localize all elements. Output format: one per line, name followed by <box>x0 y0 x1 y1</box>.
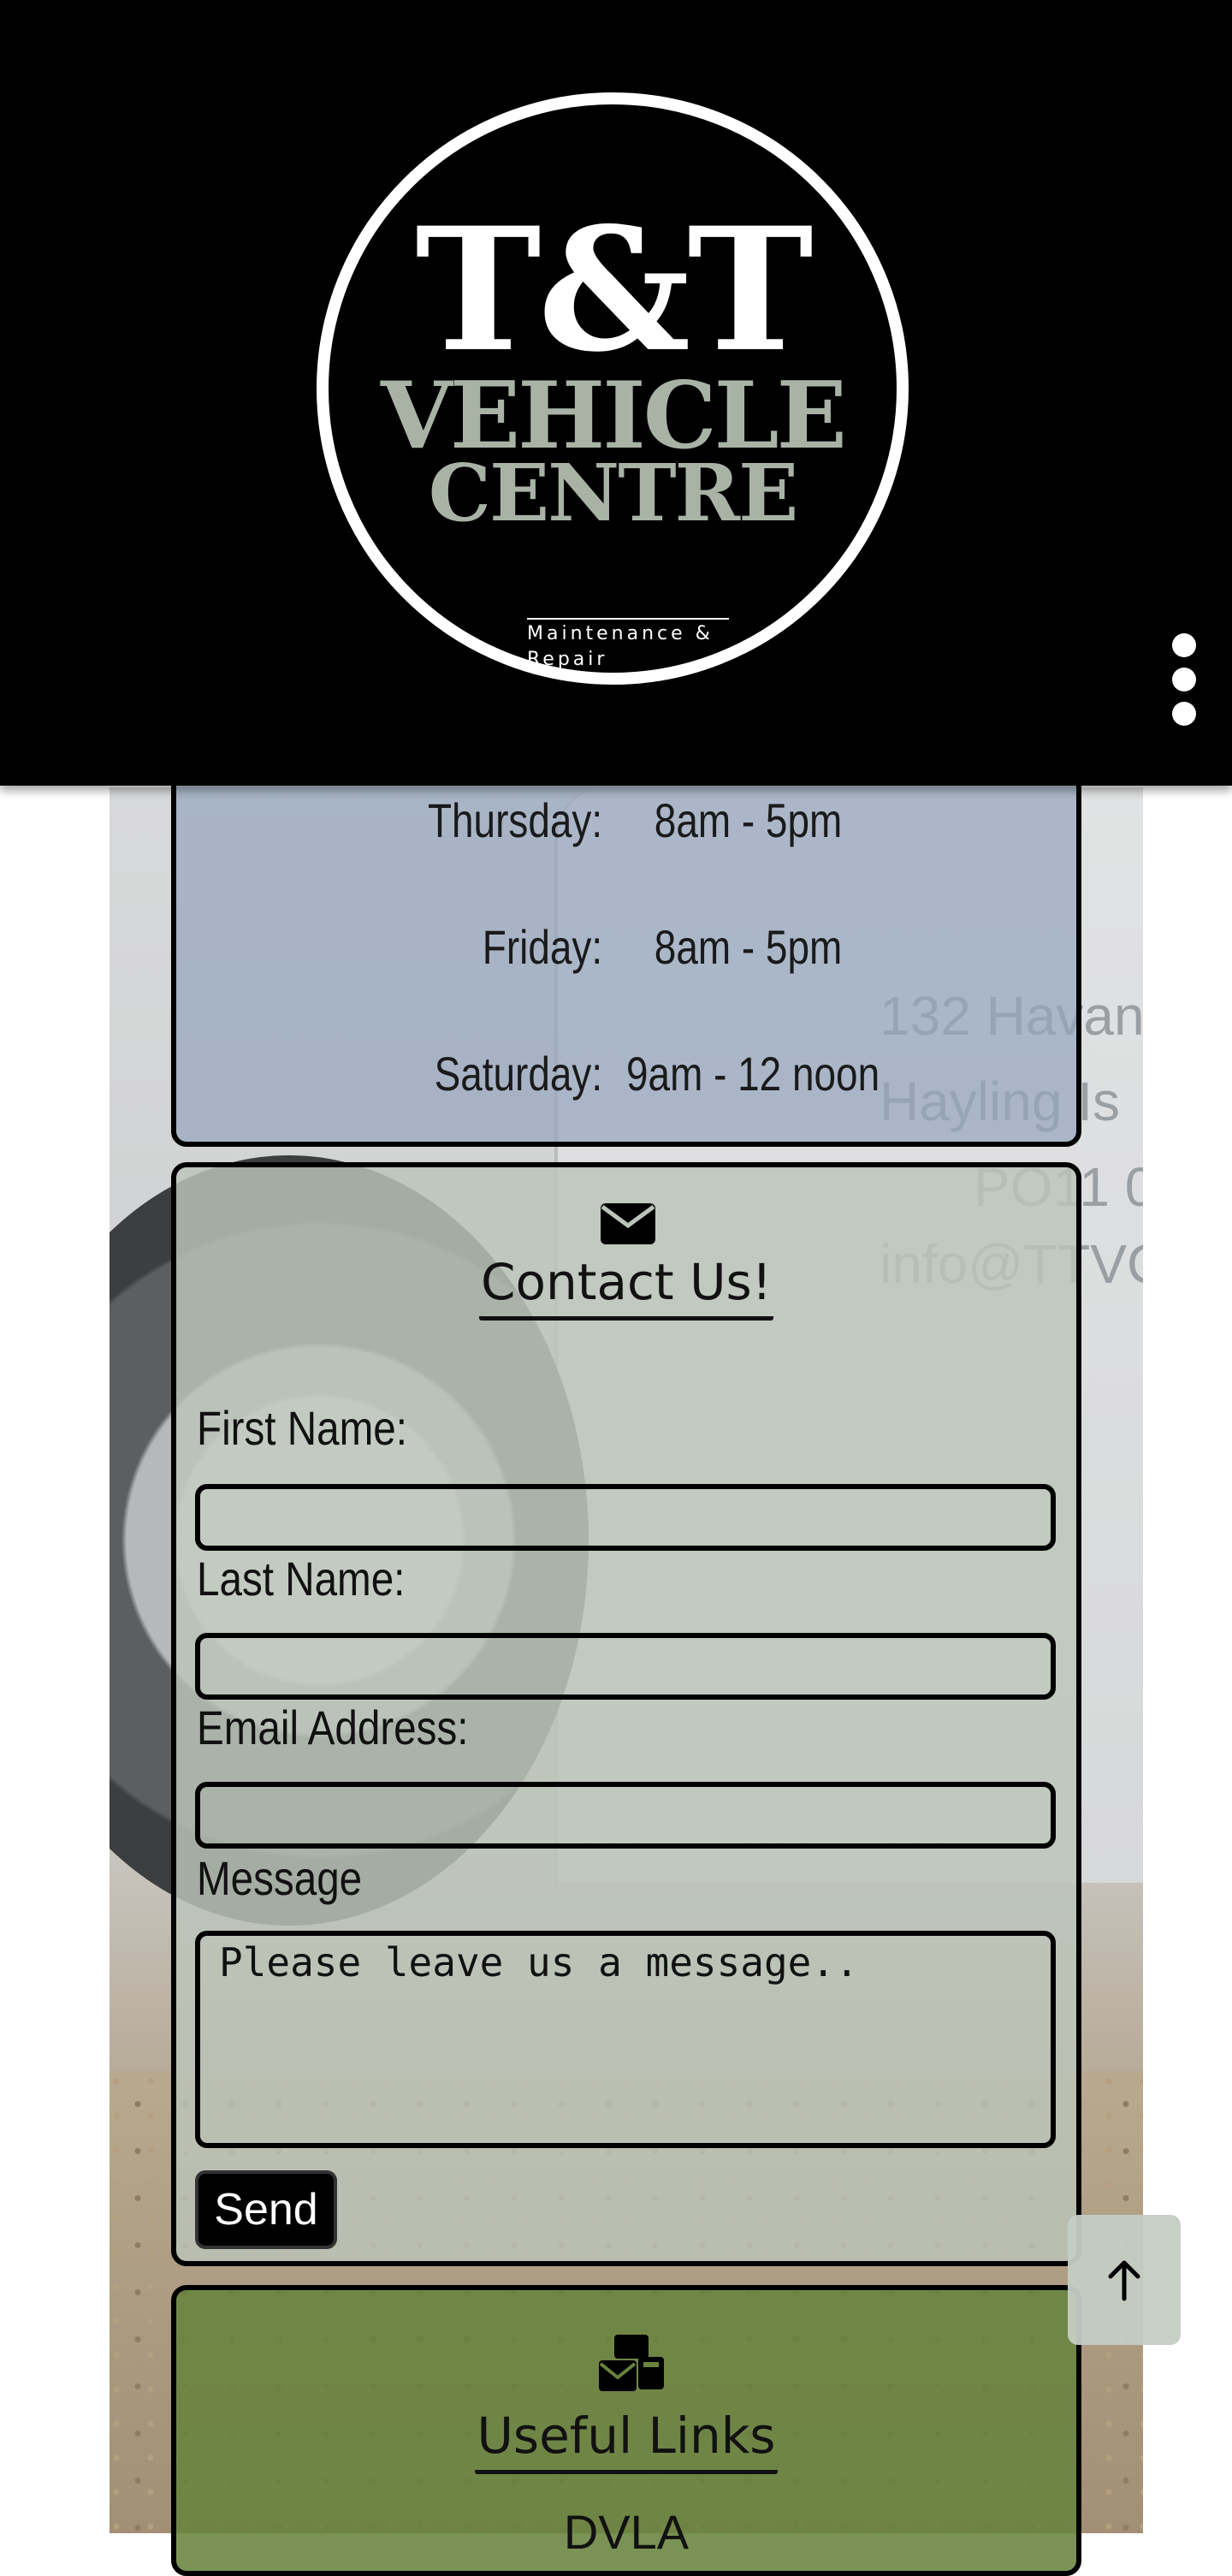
contact-card: Contact Us! First Name: Last Name: Email… <box>171 1162 1081 2266</box>
logo-tagline: Maintenance & Repair <box>527 623 714 670</box>
email-field[interactable] <box>195 1782 1056 1849</box>
site-logo[interactable]: T&T VEHICLE CENTRE Maintenance & Repair <box>317 92 909 685</box>
hours-day: Thursday: <box>427 793 603 847</box>
back-to-top-button[interactable] <box>1068 2215 1181 2345</box>
useful-link-item[interactable]: DVLA <box>176 2504 1076 2560</box>
useful-links-title-text: Useful Links <box>475 2407 778 2474</box>
hours-day: Saturday: <box>434 1047 603 1101</box>
contact-title-text: Contact Us! <box>478 1253 773 1321</box>
hours-time: 8am - 5pm <box>654 793 843 847</box>
logo-line-centre: CENTRE <box>428 447 798 539</box>
first-name-field[interactable] <box>195 1484 1056 1551</box>
useful-links-title: Useful Links <box>176 2407 1076 2474</box>
send-button[interactable]: Send <box>195 2170 337 2249</box>
last-name-field[interactable] <box>195 1633 1056 1700</box>
message-label: Message <box>197 1851 363 1905</box>
useful-links-card: Useful Links DVLA <box>171 2285 1081 2576</box>
hours-time: 8am - 5pm <box>654 920 843 974</box>
hours-day: Friday: <box>482 920 603 974</box>
logo-divider <box>527 618 729 620</box>
first-name-label: First Name: <box>197 1401 407 1455</box>
more-vertical-icon[interactable] <box>1164 630 1205 731</box>
logo-line-tt: T&T <box>415 190 813 389</box>
contact-title: Contact Us! <box>176 1253 1076 1321</box>
last-name-label: Last Name: <box>197 1552 406 1606</box>
site-header: T&T VEHICLE CENTRE Maintenance & Repair <box>0 0 1232 786</box>
arrow-up-icon <box>1108 2260 1140 2301</box>
email-label: Email Address: <box>197 1701 469 1754</box>
envelope-icon <box>601 1203 655 1244</box>
message-field[interactable] <box>195 1931 1056 2148</box>
opening-hours-card: Thursday: 8am - 5pm Friday: 8am - 5pm Sa… <box>171 753 1081 1147</box>
mail-bulk-icon <box>599 2335 664 2391</box>
hours-time: 9am - 12 noon <box>626 1047 880 1101</box>
